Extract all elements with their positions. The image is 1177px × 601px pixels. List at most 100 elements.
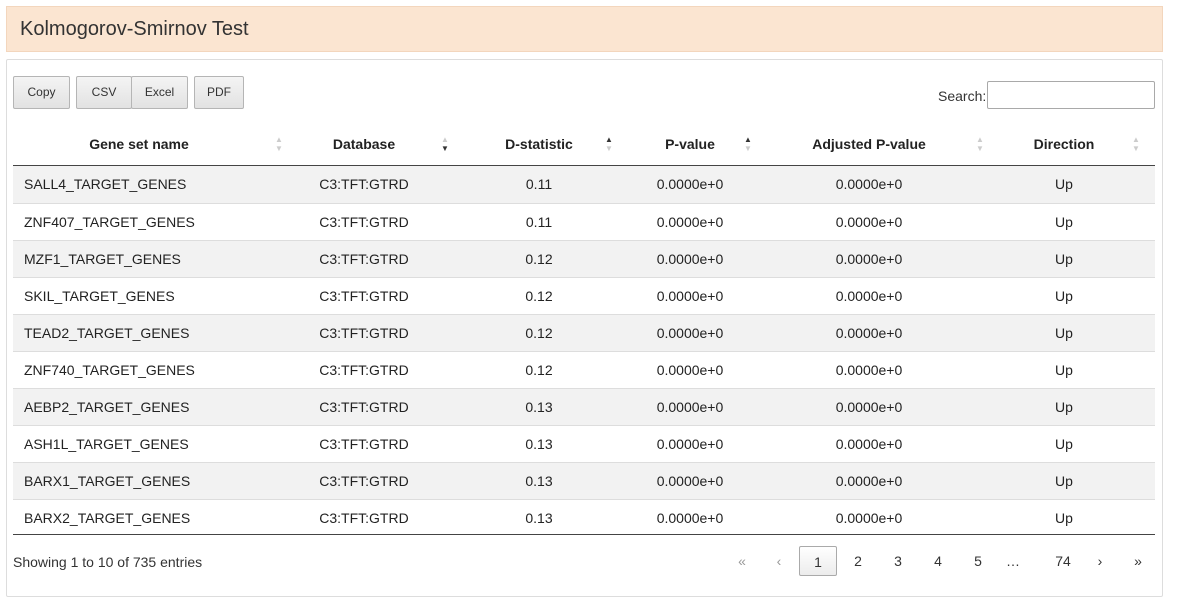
page-5-button[interactable]: 5 (959, 546, 997, 576)
column-header-direction[interactable]: Direction (983, 124, 1145, 165)
table-row[interactable]: MZF1_TARGET_GENES C3:TFT:GTRD 0.12 0.0000e+… (13, 240, 1155, 277)
cell-gene-set-name: TEAD2_TARGET_GENES (24, 325, 190, 341)
cell-database: C3:TFT:GTRD (319, 399, 409, 415)
cell-adjusted-p-value: 0.0000e+0 (835, 176, 903, 192)
copy-button[interactable]: Copy (13, 76, 70, 109)
sort-down-icon: ▼ (1132, 144, 1140, 153)
cell-direction: Up (1055, 251, 1073, 267)
cell-p-value: 0.0000e+0 (656, 325, 724, 341)
table-row[interactable]: SALL4_TARGET_GENES C3:TFT:GTRD 0.11 0.0000e… (13, 166, 1155, 203)
table-row[interactable]: SKIL_TARGET_GENES C3:TFT:GTRD 0.12 0.0000e+… (13, 277, 1155, 314)
column-header-gene-set-name[interactable]: Gene set name (13, 124, 265, 165)
cell-database: C3:TFT:GTRD (319, 288, 409, 304)
page-1-button[interactable]: 1 (799, 546, 837, 576)
column-header-database[interactable]: Database (275, 124, 453, 165)
table-row[interactable]: ZNF740_TARGET_GENES C3:TFT:GTRD 0.12 0.0000… (13, 351, 1155, 388)
cell-database: C3:TFT:GTRD (319, 362, 409, 378)
sort-down-icon: ▼ (441, 144, 449, 153)
cell-p-value: 0.0000e+0 (656, 436, 724, 452)
cell-database: C3:TFT:GTRD (319, 176, 409, 192)
cell-adjusted-p-value: 0.0000e+0 (835, 399, 903, 415)
cell-gene-set-name: BARX1_TARGET_GENES (24, 473, 191, 489)
last-page-button[interactable]: » (1124, 546, 1152, 576)
csv-button[interactable]: CSV (76, 76, 132, 109)
cell-adjusted-p-value: 0.0000e+0 (835, 288, 903, 304)
column-header-p-value[interactable]: P-value (625, 124, 755, 165)
cell-direction: Up (1055, 436, 1073, 452)
cell-direction: Up (1055, 214, 1073, 230)
sort-icon[interactable]: ▲ ▼ (744, 136, 754, 154)
table-bottom-rule (13, 534, 1155, 535)
table-row[interactable]: ZNF407_TARGET_GENES C3:TFT:GTRD 0.11 0.0000… (13, 203, 1155, 240)
cell-database: C3:TFT:GTRD (319, 436, 409, 452)
pdf-button[interactable]: PDF (194, 76, 244, 109)
cell-d-statistic: 0.13 (525, 510, 553, 526)
cell-p-value: 0.0000e+0 (656, 251, 724, 267)
table-body: SALL4_TARGET_GENES C3:TFT:GTRD 0.11 0.0000e… (13, 166, 1155, 536)
search-input[interactable] (987, 81, 1155, 109)
first-page-button[interactable]: « (728, 546, 756, 576)
cell-p-value: 0.0000e+0 (656, 214, 724, 230)
cell-gene-set-name: SKIL_TARGET_GENES (24, 288, 175, 304)
cell-direction: Up (1055, 288, 1073, 304)
cell-gene-set-name: SALL4_TARGET_GENES (24, 176, 187, 192)
cell-adjusted-p-value: 0.0000e+0 (835, 510, 903, 526)
cell-d-statistic: 0.13 (525, 399, 553, 415)
panel-title: Kolmogorov-Smirnov Test (20, 18, 249, 40)
table-row[interactable]: BARX1_TARGET_GENES C3:TFT:GTRD 0.13 0.0000e… (13, 462, 1155, 499)
page-3-button[interactable]: 3 (879, 546, 917, 576)
cell-direction: Up (1055, 399, 1073, 415)
table-row[interactable]: BARX2_TARGET_GENES C3:TFT:GTRD 0.13 0.0000e… (13, 499, 1155, 536)
cell-p-value: 0.0000e+0 (656, 176, 724, 192)
next-page-button[interactable]: › (1086, 546, 1114, 576)
page-2-button[interactable]: 2 (839, 546, 877, 576)
cell-gene-set-name: ZNF740_TARGET_GENES (24, 362, 195, 378)
cell-adjusted-p-value: 0.0000e+0 (835, 362, 903, 378)
cell-direction: Up (1055, 325, 1073, 341)
column-header-adjusted-p-value[interactable]: Adjusted P-value (765, 124, 973, 165)
cell-gene-set-name: ZNF407_TARGET_GENES (24, 214, 195, 230)
table-row[interactable]: AEBP2_TARGET_GENES C3:TFT:GTRD 0.13 0.0000e… (13, 388, 1155, 425)
cell-database: C3:TFT:GTRD (319, 325, 409, 341)
cell-gene-set-name: AEBP2_TARGET_GENES (24, 399, 190, 415)
cell-p-value: 0.0000e+0 (656, 399, 724, 415)
page-74-button[interactable]: 74 (1040, 546, 1086, 576)
search-label: Search: (938, 88, 987, 104)
cell-adjusted-p-value: 0.0000e+0 (835, 214, 903, 230)
cell-p-value: 0.0000e+0 (656, 288, 724, 304)
cell-d-statistic: 0.13 (525, 473, 553, 489)
cell-direction: Up (1055, 362, 1073, 378)
panel-header: Kolmogorov-Smirnov Test (6, 6, 1163, 52)
cell-p-value: 0.0000e+0 (656, 473, 724, 489)
cell-d-statistic: 0.12 (525, 362, 553, 378)
cell-d-statistic: 0.11 (525, 214, 553, 230)
cell-database: C3:TFT:GTRD (319, 473, 409, 489)
cell-d-statistic: 0.12 (525, 325, 553, 341)
cell-direction: Up (1055, 176, 1073, 192)
cell-adjusted-p-value: 0.0000e+0 (835, 473, 903, 489)
column-header-d-statistic[interactable]: D-statistic (463, 124, 615, 165)
cell-gene-set-name: ASH1L_TARGET_GENES (24, 436, 189, 452)
sort-icon[interactable]: ▲ ▼ (1132, 136, 1142, 154)
cell-adjusted-p-value: 0.0000e+0 (835, 436, 903, 452)
table-row[interactable]: ASH1L_TARGET_GENES C3:TFT:GTRD 0.13 0.0000e… (13, 425, 1155, 462)
previous-page-button[interactable]: ‹ (765, 546, 793, 576)
entries-info: Showing 1 to 10 of 735 entries (13, 554, 203, 570)
sort-icon[interactable]: ▲ ▼ (605, 136, 615, 154)
cell-database: C3:TFT:GTRD (319, 510, 409, 526)
page-4-button[interactable]: 4 (919, 546, 957, 576)
sort-down-icon: ▼ (605, 144, 613, 153)
table-panel: Copy CSV Excel PDF Search: Gene set name… (6, 59, 1163, 597)
cell-d-statistic: 0.13 (525, 436, 553, 452)
cell-adjusted-p-value: 0.0000e+0 (835, 251, 903, 267)
cell-database: C3:TFT:GTRD (319, 251, 409, 267)
cell-p-value: 0.0000e+0 (656, 510, 724, 526)
cell-gene-set-name: MZF1_TARGET_GENES (24, 251, 181, 267)
cell-d-statistic: 0.12 (525, 251, 553, 267)
sort-icon[interactable]: ▲ ▼ (441, 136, 451, 154)
table-header: Gene set name ▲ ▼ Database ▲ ▼ D-statistic ▲ ▼ P-… (13, 124, 1155, 166)
table-row[interactable]: TEAD2_TARGET_GENES C3:TFT:GTRD 0.12 0.0000e… (13, 314, 1155, 351)
cell-database: C3:TFT:GTRD (319, 214, 409, 230)
excel-button[interactable]: Excel (131, 76, 188, 109)
cell-p-value: 0.0000e+0 (656, 362, 724, 378)
